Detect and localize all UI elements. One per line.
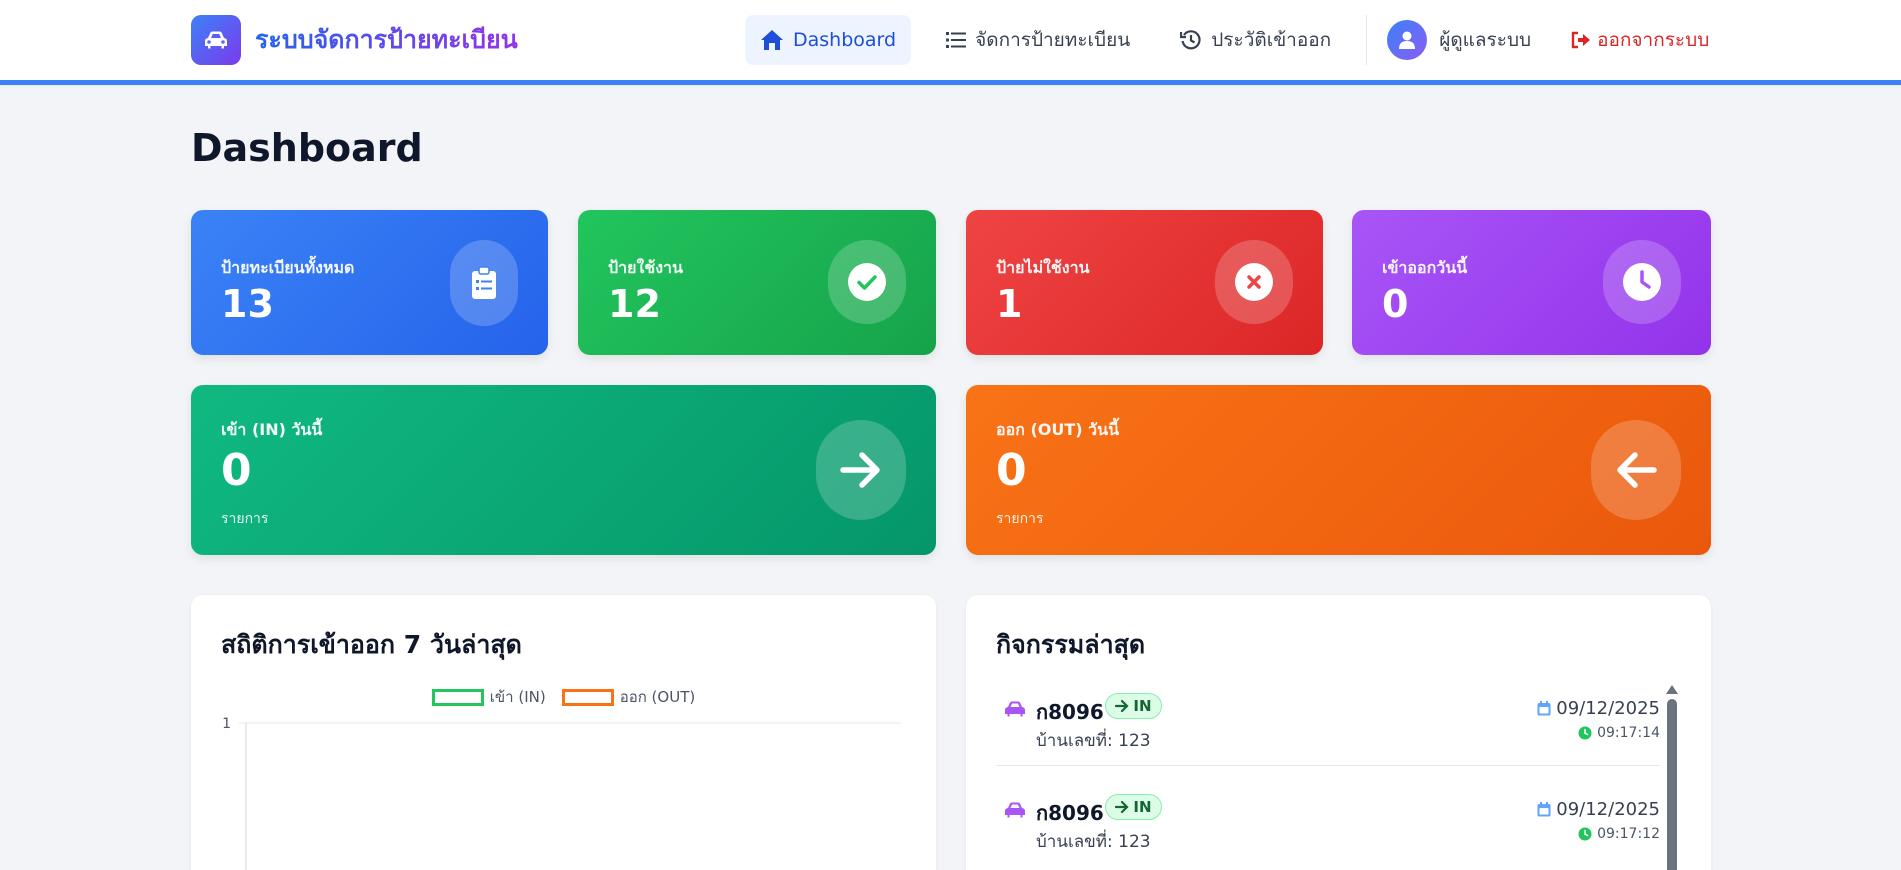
stat-label: ป้ายใช้งาน	[608, 258, 683, 277]
top-navbar: ระบบจัดการป้ายทะเบียน Dashboard จัดการป้…	[0, 0, 1901, 85]
time-text: 09:17:12	[1597, 826, 1660, 842]
stat-active-plates: ป้ายใช้งาน 12	[578, 210, 936, 355]
brand[interactable]: ระบบจัดการป้ายทะเบียน	[191, 15, 518, 65]
arrow-left-icon	[1591, 420, 1681, 520]
nav-manage-plates-label: จัดการป้ายทะเบียน	[975, 29, 1131, 51]
direction-label: IN	[1133, 697, 1152, 715]
main-nav: Dashboard จัดการป้ายทะเบียน ประวัติเข้าอ…	[745, 15, 1709, 65]
page-title: Dashboard	[191, 126, 423, 170]
chart-plot: 1	[222, 716, 901, 870]
house-number: บ้านเลขที่: 123	[1036, 828, 1151, 855]
activity-date: 09/12/2025	[1537, 799, 1660, 820]
direction-label: IN	[1133, 798, 1152, 816]
house-label: บ้านเลขที่:	[1036, 832, 1113, 852]
logout-label: ออกจากระบบ	[1597, 29, 1710, 51]
stat-value: 13	[221, 282, 274, 326]
nav-history[interactable]: ประวัติเข้าออก	[1165, 15, 1346, 65]
activity-panel: กิจกรรมล่าสุด ก8096 IN บ้านเลขที่: 123 0…	[966, 595, 1711, 870]
stat-label: เข้าออกวันนี้	[1382, 258, 1468, 277]
user-name: ผู้ดูแลระบบ	[1439, 29, 1532, 51]
calendar-icon	[1537, 802, 1551, 817]
stat-today-entries: เข้าออกวันนี้ 0	[1352, 210, 1711, 355]
list-icon	[946, 32, 967, 48]
today-in-value: 0	[221, 445, 252, 496]
activity-divider	[996, 765, 1660, 766]
activity-scrollbar[interactable]	[1666, 685, 1678, 870]
activity-item[interactable]: ก8096 IN บ้านเลขที่: 123 09/12/2025 09:1…	[996, 690, 1660, 790]
activity-title: กิจกรรมล่าสุด	[996, 630, 1146, 659]
car-icon	[1005, 701, 1025, 717]
house-value: 123	[1118, 731, 1151, 751]
stat-value: 1	[996, 282, 1023, 326]
clipboard-list-icon	[450, 240, 518, 326]
date-text: 09/12/2025	[1556, 799, 1660, 820]
activity-item[interactable]: ก8096 IN บ้านเลขที่: 123 09/12/2025 09:1…	[996, 791, 1660, 870]
legend-swatch-out	[561, 688, 614, 706]
user-menu[interactable]: ผู้ดูแลระบบ	[1387, 20, 1531, 60]
today-in-label: เข้า (IN) วันนี้	[221, 420, 323, 439]
nav-divider	[1366, 15, 1368, 65]
stat-value: 0	[1382, 282, 1409, 326]
chart-panel: สถิติการเข้าออก 7 วันล่าสุด เข้า (IN) ออ…	[191, 595, 936, 870]
plate-number: ก8096	[1036, 700, 1104, 724]
nav-history-label: ประวัติเข้าออก	[1211, 29, 1332, 51]
direction-badge: IN	[1105, 693, 1162, 719]
stat-inactive-plates: ป้ายไม่ใช้งาน 1	[966, 210, 1323, 355]
history-icon	[1180, 30, 1201, 50]
date-text: 09/12/2025	[1556, 698, 1660, 719]
time-text: 09:17:14	[1597, 725, 1660, 741]
y-tick-label: 1	[222, 716, 231, 732]
today-out-label: ออก (OUT) วันนี้	[996, 420, 1120, 439]
clock-icon	[1578, 827, 1592, 841]
scroll-up-icon[interactable]	[1666, 685, 1678, 694]
house-number: บ้านเลขที่: 123	[1036, 727, 1151, 754]
house-label: บ้านเลขที่:	[1036, 731, 1113, 751]
direction-badge: IN	[1105, 794, 1162, 820]
clock-icon	[1578, 726, 1592, 740]
clock-icon	[1603, 240, 1681, 324]
stat-value: 12	[608, 282, 661, 326]
logout-icon	[1571, 31, 1591, 49]
check-circle-icon	[828, 240, 906, 324]
activity-time: 09:17:12	[1578, 826, 1660, 842]
today-in-unit: รายการ	[221, 511, 269, 527]
legend-swatch-in	[431, 688, 484, 706]
stat-total-plates: ป้ายทะเบียนทั้งหมด 13	[191, 210, 548, 355]
arrow-right-icon	[1115, 801, 1129, 813]
today-in-card: เข้า (IN) วันนี้ 0 รายการ	[191, 385, 936, 555]
house-value: 123	[1118, 832, 1151, 852]
today-out-unit: รายการ	[996, 511, 1044, 527]
chart-title: สถิติการเข้าออก 7 วันล่าสุด	[221, 630, 522, 659]
activity-time: 09:17:14	[1578, 725, 1660, 741]
x-circle-icon	[1215, 240, 1293, 324]
today-out-value: 0	[996, 445, 1027, 496]
stat-label: ป้ายทะเบียนทั้งหมด	[221, 258, 355, 277]
car-icon	[1005, 802, 1025, 818]
home-icon	[761, 30, 783, 50]
brand-title: ระบบจัดการป้ายทะเบียน	[255, 20, 518, 60]
activity-date: 09/12/2025	[1537, 698, 1660, 719]
calendar-icon	[1537, 701, 1551, 716]
nav-dashboard[interactable]: Dashboard	[745, 15, 912, 65]
user-icon	[1387, 20, 1428, 60]
scroll-thumb[interactable]	[1667, 699, 1677, 870]
stat-label: ป้ายไม่ใช้งาน	[996, 258, 1090, 277]
arrow-right-icon	[1115, 700, 1129, 712]
nav-manage-plates[interactable]: จัดการป้ายทะเบียน	[931, 15, 1145, 65]
logout-button[interactable]: ออกจากระบบ	[1571, 25, 1709, 55]
nav-dashboard-label: Dashboard	[793, 29, 897, 51]
plate-number: ก8096	[1036, 801, 1104, 825]
today-out-card: ออก (OUT) วันนี้ 0 รายการ	[966, 385, 1711, 555]
car-icon	[191, 15, 241, 65]
arrow-right-icon	[816, 420, 906, 520]
